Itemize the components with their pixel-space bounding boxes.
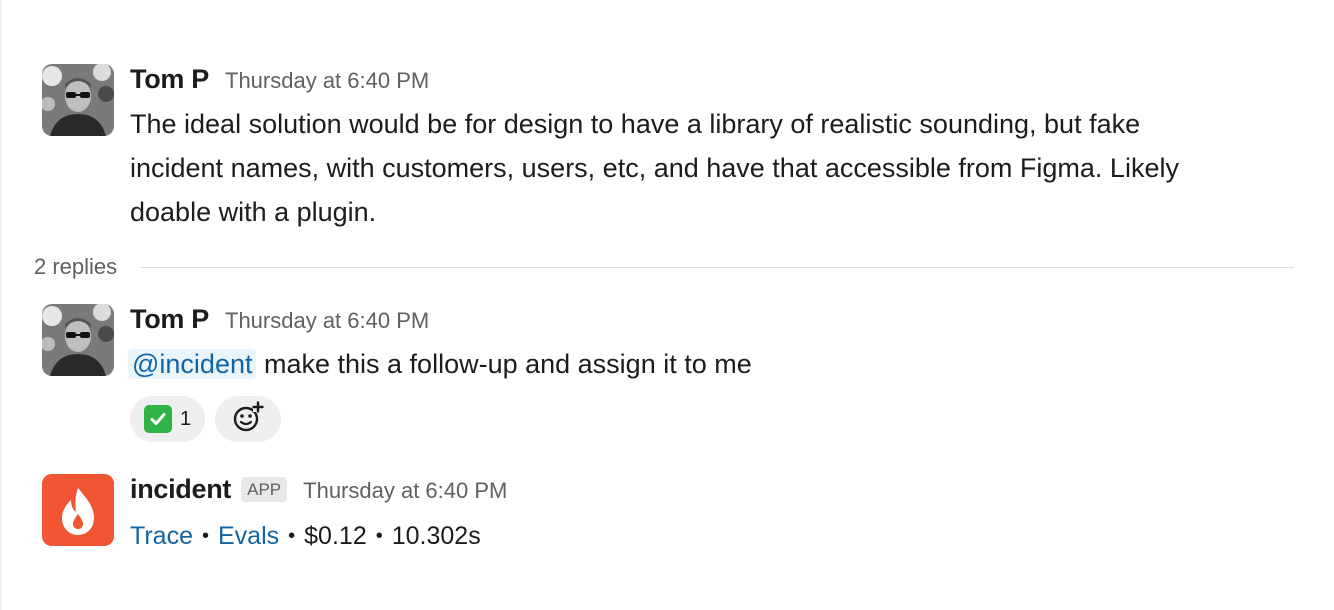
- message-text: The ideal solution would be for design t…: [130, 102, 1294, 234]
- add-emoji-icon: [231, 400, 265, 439]
- flame-icon: [42, 474, 114, 546]
- incident-app-avatar[interactable]: [42, 474, 114, 546]
- cost-value: $0.12: [304, 522, 367, 550]
- app-badge: APP: [241, 477, 288, 502]
- thread-replies-divider: 2 replies: [34, 250, 1294, 284]
- avatar[interactable]: [42, 64, 114, 136]
- message-text-content: make this a follow-up and assign it to m…: [264, 349, 752, 379]
- message-line: doable with a plugin.: [130, 197, 377, 227]
- author-name[interactable]: Tom P: [130, 64, 209, 95]
- avatar[interactable]: [42, 304, 114, 376]
- mention-incident[interactable]: @incident: [128, 349, 257, 379]
- divider-line: [141, 266, 1294, 268]
- author-name[interactable]: Tom P: [130, 304, 209, 335]
- reaction-count: 1: [180, 407, 192, 430]
- message-line: The ideal solution would be for design t…: [130, 109, 1141, 139]
- separator: •: [375, 525, 383, 547]
- white-check-mark-icon: [144, 405, 172, 433]
- replies-count: 2 replies: [34, 254, 118, 279]
- app-name[interactable]: incident: [130, 474, 231, 505]
- timestamp[interactable]: Thursday at 6:40 PM: [225, 308, 429, 334]
- add-reaction-button[interactable]: [215, 396, 282, 442]
- reactions-bar: 1: [130, 396, 1294, 442]
- separator: •: [201, 525, 209, 547]
- message-line: incident names, with customers, users, e…: [130, 153, 1179, 183]
- timestamp[interactable]: Thursday at 6:40 PM: [303, 478, 507, 504]
- message-text: @incident make this a follow-up and assi…: [128, 342, 1294, 386]
- trace-meta-line: Trace • Evals • $0.12 • 10.302s: [130, 522, 1294, 551]
- reaction-check[interactable]: 1: [130, 396, 206, 442]
- separator: •: [288, 525, 296, 547]
- trace-link[interactable]: Trace: [130, 522, 193, 551]
- evals-link[interactable]: Evals: [218, 522, 279, 551]
- duration-value: 10.302s: [391, 522, 481, 550]
- pane-edge: [0, 0, 2, 610]
- timestamp[interactable]: Thursday at 6:40 PM: [225, 68, 429, 94]
